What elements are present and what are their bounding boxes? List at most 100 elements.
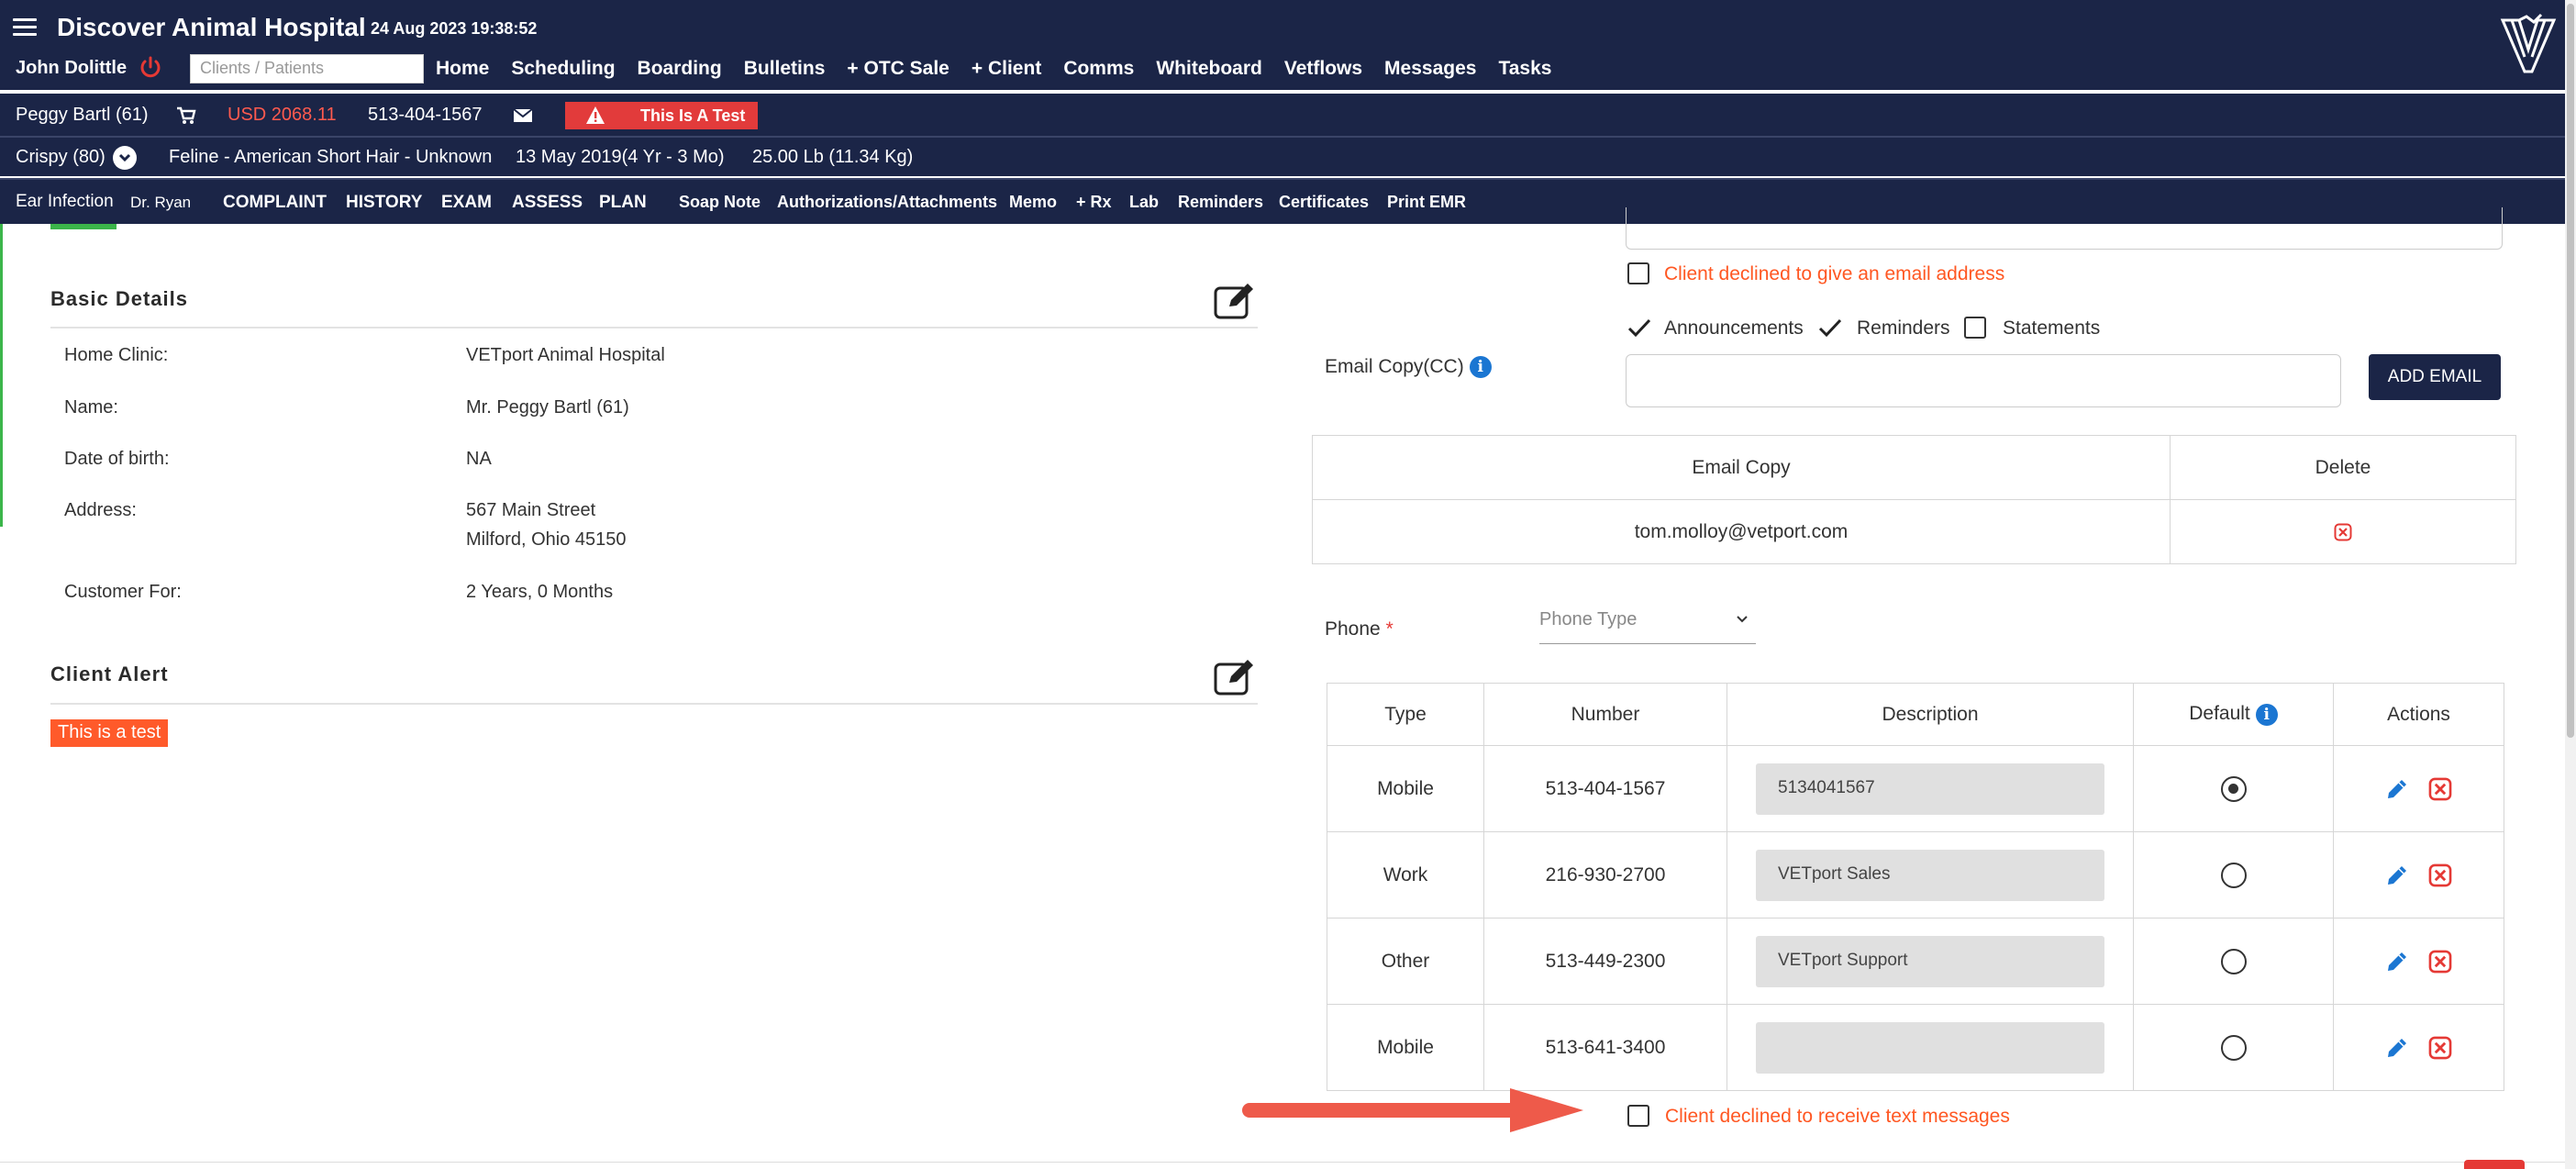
delete-icon[interactable] [2428, 1036, 2452, 1060]
description-input[interactable] [1756, 1021, 2104, 1074]
vetport-logo-icon[interactable] [2499, 13, 2558, 77]
client-patient-search-input[interactable]: Clients / Patients [190, 54, 424, 84]
tab-history[interactable]: HISTORY [346, 193, 422, 213]
tab-lab[interactable]: Lab [1129, 193, 1159, 212]
table-row: Mobile 513-404-1567 5134041567 [1327, 745, 2504, 832]
patient-info-bar: Crispy (80) Feline - American Short Hair… [0, 136, 2569, 176]
nav-home[interactable]: Home [436, 58, 489, 80]
hamburger-menu-icon[interactable] [13, 18, 37, 39]
tab-print-emr[interactable]: Print EMR [1387, 193, 1466, 212]
patient-dob: 13 May 2019(4 Yr - 3 Mo) [516, 147, 725, 167]
actions-cell [2333, 918, 2504, 1005]
tab-reminders[interactable]: Reminders [1178, 193, 1263, 212]
edit-pencil-icon[interactable] [2385, 1036, 2409, 1060]
announcements-checked-icon[interactable] [1627, 317, 1651, 338]
default-radio[interactable] [2220, 775, 2247, 802]
email-copy-cell: tom.molloy@vetport.com [1312, 499, 2171, 564]
add-email-button[interactable]: ADD EMAIL [2369, 354, 2501, 400]
column-header: Type [1327, 683, 1484, 746]
scrollbar-thumb[interactable] [2567, 4, 2574, 738]
default-radio[interactable] [2220, 948, 2247, 974]
info-icon[interactable]: i [2255, 703, 2278, 726]
phone-type-cell: Mobile [1327, 745, 1484, 832]
column-header: Number [1483, 683, 1727, 746]
description-input[interactable]: VETport Support [1756, 935, 2104, 987]
nav-boarding[interactable]: Boarding [638, 58, 722, 80]
edit-client-alert-icon[interactable] [1213, 657, 1257, 697]
tab-exam[interactable]: EXAM [441, 193, 492, 213]
nav-scheduling[interactable]: Scheduling [511, 58, 615, 80]
client-name[interactable]: Peggy Bartl (61) [16, 105, 149, 126]
tab-complaint[interactable]: COMPLAINT [223, 193, 327, 213]
nav-tasks[interactable]: Tasks [1498, 58, 1551, 80]
default-radio[interactable] [2220, 1034, 2247, 1061]
delete-icon[interactable] [2334, 523, 2352, 541]
visit-doctor[interactable]: Dr. Ryan [130, 194, 191, 212]
client-alert-badge[interactable]: This Is A Test [565, 102, 758, 129]
visit-reason[interactable]: Ear Infection [16, 192, 114, 212]
section-divider [50, 703, 1258, 705]
cart-icon[interactable] [176, 106, 196, 125]
nav-otc-sale[interactable]: + OTC Sale [847, 58, 949, 80]
dob-label: Date of birth: [64, 449, 170, 469]
description-cell: VETport Sales [1727, 831, 2134, 918]
email-cc-input[interactable] [1626, 354, 2341, 407]
tab-certificates[interactable]: Certificates [1279, 193, 1369, 212]
power-logout-icon[interactable] [138, 55, 163, 81]
patient-breed: Feline - American Short Hair - Unknown [169, 147, 493, 167]
delete-cell [2170, 499, 2516, 564]
floating-action-button[interactable] [2464, 1160, 2525, 1169]
edit-pencil-icon[interactable] [2385, 777, 2409, 801]
client-alert-title: Client Alert [50, 662, 169, 685]
nav-vetflows[interactable]: Vetflows [1284, 58, 1362, 80]
dob-value: NA [466, 449, 492, 469]
customer-for-value: 2 Years, 0 Months [466, 582, 614, 602]
edit-pencil-icon[interactable] [2385, 950, 2409, 974]
red-annotation-arrow-icon [1242, 1088, 1583, 1132]
nav-bulletins[interactable]: Bulletins [744, 58, 826, 80]
delete-icon[interactable] [2428, 950, 2452, 974]
tab-plan[interactable]: PLAN [599, 193, 647, 213]
declined-text-messages-checkbox[interactable] [1627, 1105, 1649, 1127]
reminders-checked-icon[interactable] [1818, 317, 1842, 338]
description-input[interactable]: 5134041567 [1756, 763, 2104, 815]
delete-icon[interactable] [2428, 777, 2452, 801]
table-row: tom.molloy@vetport.com [1312, 499, 2516, 564]
edit-basic-details-icon[interactable] [1213, 281, 1257, 321]
default-cell [2133, 918, 2334, 1005]
client-balance[interactable]: USD 2068.11 [228, 105, 337, 126]
tab-authorizations[interactable]: Authorizations/Attachments [777, 193, 997, 212]
email-cc-label: Email Copy(CC) i [1325, 356, 1492, 379]
phone-type-select[interactable]: Phone Type [1539, 600, 1756, 644]
home-clinic-label: Home Clinic: [64, 345, 169, 365]
page-scrollbar[interactable] [2565, 0, 2576, 1169]
phone-number-cell: 513-449-2300 [1483, 918, 1727, 1005]
phone-number-cell: 513-404-1567 [1483, 745, 1727, 832]
nav-add-client[interactable]: + Client [972, 58, 1041, 80]
section-divider [50, 327, 1258, 328]
declined-text-messages-label: Client declined to receive text messages [1665, 1106, 2010, 1127]
description-input[interactable]: VETport Sales [1756, 849, 2104, 901]
actions-cell [2333, 831, 2504, 918]
address-line1: 567 Main Street [466, 500, 596, 520]
delete-icon[interactable] [2428, 863, 2452, 887]
patient-dropdown-chevron-icon[interactable] [113, 146, 137, 170]
declined-email-checkbox[interactable] [1627, 262, 1649, 284]
edit-pencil-icon[interactable] [2385, 863, 2409, 887]
default-radio[interactable] [2220, 862, 2247, 888]
default-cell [2133, 745, 2334, 832]
statements-checkbox[interactable] [1964, 317, 1986, 339]
info-icon[interactable]: i [1469, 356, 1492, 379]
default-cell [2133, 1004, 2334, 1091]
email-input[interactable] [1626, 207, 2503, 250]
nav-whiteboard[interactable]: Whiteboard [1156, 58, 1262, 80]
tab-assess[interactable]: ASSESS [512, 193, 583, 213]
nav-messages[interactable]: Messages [1384, 58, 1476, 80]
user-name[interactable]: John Dolittle [16, 58, 127, 79]
nav-comms[interactable]: Comms [1063, 58, 1134, 80]
tab-soap-note[interactable]: Soap Note [679, 193, 761, 212]
mail-icon[interactable] [513, 108, 533, 123]
tab-rx[interactable]: + Rx [1076, 193, 1112, 212]
patient-name[interactable]: Crispy (80) [16, 147, 105, 168]
tab-memo[interactable]: Memo [1009, 193, 1057, 212]
